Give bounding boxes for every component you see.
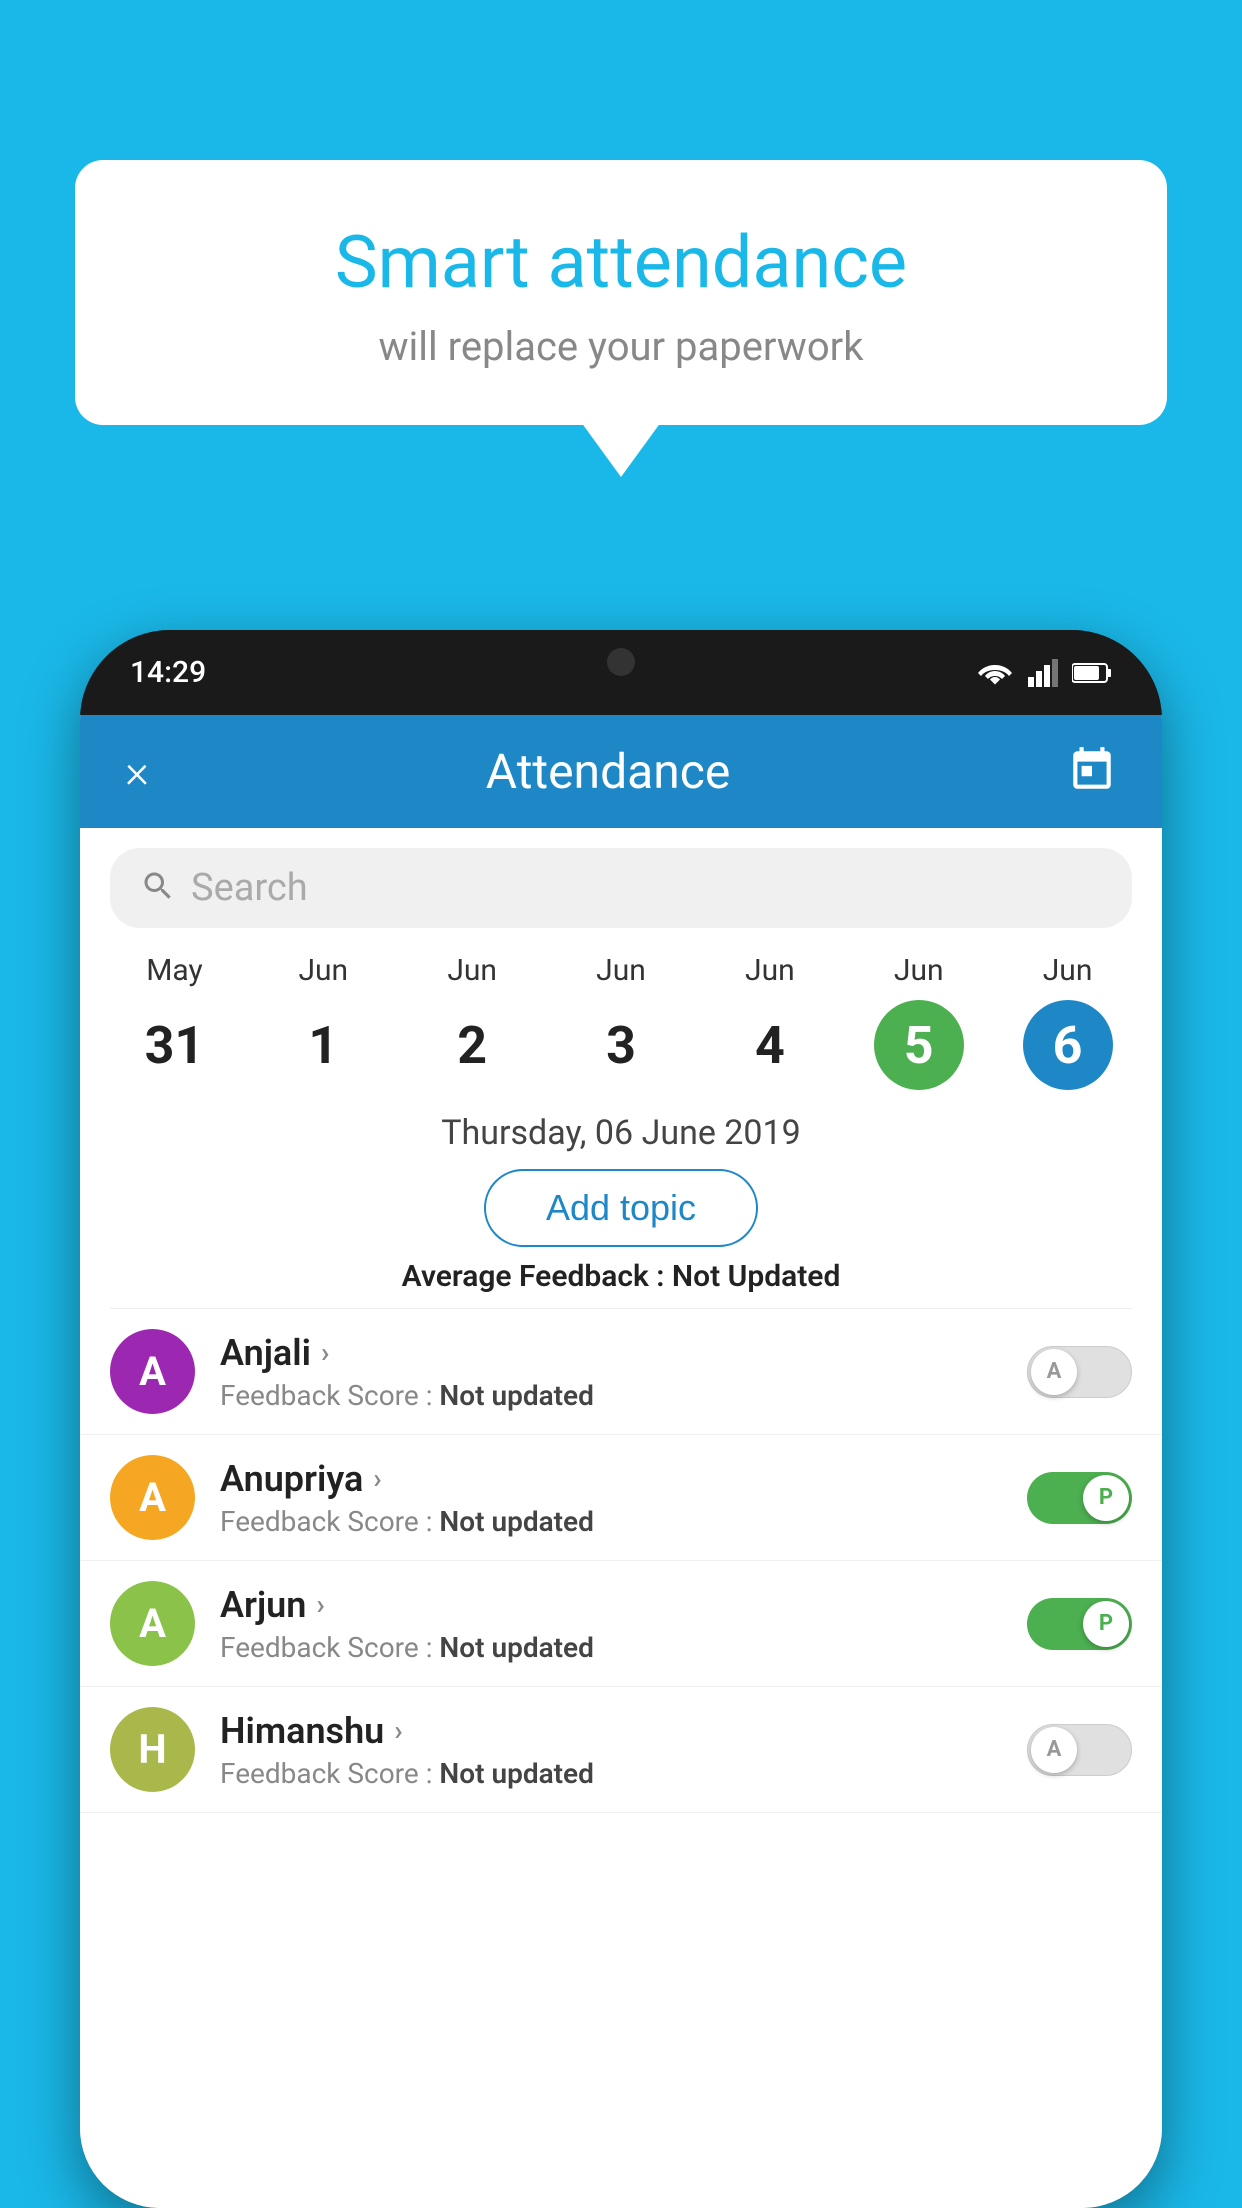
attendance-toggle[interactable]: A [1027, 1346, 1132, 1398]
app-screen: × Attendance Search May 31 Jun 1 Jun 2 Jun 3 Jun [80, 715, 1162, 2208]
student-score: Feedback Score : Not updated [220, 1631, 1002, 1664]
close-button[interactable]: × [125, 749, 149, 795]
calendar-day[interactable]: May 31 [100, 953, 249, 1090]
calendar-day-number: 1 [278, 1000, 368, 1090]
student-item[interactable]: A Arjun › Feedback Score : Not updated P [80, 1561, 1162, 1687]
student-info: Arjun › Feedback Score : Not updated [220, 1584, 1002, 1664]
attendance-toggle[interactable]: A [1027, 1724, 1132, 1776]
student-info: Anupriya › Feedback Score : Not updated [220, 1458, 1002, 1538]
search-bar: Search [80, 828, 1162, 938]
calendar-icon[interactable] [1067, 745, 1117, 799]
toggle-knob: A [1031, 1349, 1077, 1395]
search-input-wrap[interactable]: Search [110, 848, 1132, 928]
student-score: Feedback Score : Not updated [220, 1505, 1002, 1538]
status-time: 14:29 [130, 655, 206, 690]
student-avatar: A [110, 1329, 195, 1414]
student-name: Anupriya › [220, 1458, 1002, 1500]
calendar-day-number: 31 [129, 1000, 219, 1090]
calendar-day-number: 3 [576, 1000, 666, 1090]
calendar-month-label: Jun [596, 953, 646, 988]
student-name: Anjali › [220, 1332, 1002, 1374]
student-avatar: A [110, 1581, 195, 1666]
toggle-knob: P [1083, 1601, 1129, 1647]
calendar-day-number: 2 [427, 1000, 517, 1090]
calendar-day[interactable]: Jun 5 [844, 953, 993, 1090]
app-header: × Attendance [80, 715, 1162, 828]
app-title: Attendance [486, 743, 731, 800]
speech-bubble-title: Smart attendance [155, 220, 1087, 305]
wifi-icon [976, 659, 1014, 687]
attendance-toggle[interactable]: P [1027, 1472, 1132, 1524]
student-name: Himanshu › [220, 1710, 1002, 1752]
speech-bubble: Smart attendance will replace your paper… [75, 160, 1167, 425]
calendar-day[interactable]: Jun 4 [695, 953, 844, 1090]
toggle-switch[interactable]: A [1027, 1346, 1132, 1398]
add-topic-wrap: Add topic [80, 1161, 1162, 1259]
attendance-toggle[interactable]: P [1027, 1598, 1132, 1650]
chevron-icon: › [316, 1588, 324, 1621]
student-avatar: A [110, 1455, 195, 1540]
camera-notch [607, 648, 635, 676]
speech-bubble-subtitle: will replace your paperwork [155, 323, 1087, 370]
student-avatar: H [110, 1707, 195, 1792]
calendar-month-label: Jun [894, 953, 944, 988]
signal-icon [1028, 659, 1058, 687]
selected-date: Thursday, 06 June 2019 [80, 1095, 1162, 1161]
chevron-icon: › [321, 1336, 329, 1369]
toggle-switch[interactable]: A [1027, 1724, 1132, 1776]
calendar-day[interactable]: Jun 3 [547, 953, 696, 1090]
calendar-day-number: 6 [1023, 1000, 1113, 1090]
calendar-strip: May 31 Jun 1 Jun 2 Jun 3 Jun 4 Jun 5 Jun 6 [80, 938, 1162, 1095]
chevron-icon: › [394, 1714, 402, 1747]
calendar-month-label: Jun [298, 953, 348, 988]
calendar-day-number: 4 [725, 1000, 815, 1090]
calendar-day[interactable]: Jun 2 [398, 953, 547, 1090]
student-item[interactable]: A Anupriya › Feedback Score : Not updated P [80, 1435, 1162, 1561]
student-info: Anjali › Feedback Score : Not updated [220, 1332, 1002, 1412]
toggle-knob: A [1031, 1727, 1077, 1773]
student-list: AAnjali ›Feedback Score : Not updatedAAA… [80, 1309, 1162, 2208]
student-item[interactable]: A Anjali › Feedback Score : Not updated A [80, 1309, 1162, 1435]
average-feedback: Average Feedback : Not Updated [80, 1259, 1162, 1308]
toggle-switch[interactable]: P [1027, 1598, 1132, 1650]
student-name: Arjun › [220, 1584, 1002, 1626]
calendar-month-label: May [146, 953, 202, 988]
student-info: Himanshu › Feedback Score : Not updated [220, 1710, 1002, 1790]
calendar-day[interactable]: Jun 1 [249, 953, 398, 1090]
add-topic-button[interactable]: Add topic [484, 1169, 758, 1247]
student-item[interactable]: H Himanshu › Feedback Score : Not updated A [80, 1687, 1162, 1813]
toggle-knob: P [1083, 1475, 1129, 1521]
calendar-day[interactable]: Jun 6 [993, 953, 1142, 1090]
toggle-switch[interactable]: P [1027, 1472, 1132, 1524]
calendar-month-label: Jun [745, 953, 795, 988]
student-score: Feedback Score : Not updated [220, 1379, 1002, 1412]
status-icons [976, 659, 1112, 687]
search-placeholder: Search [191, 866, 308, 910]
battery-icon [1072, 662, 1112, 684]
calendar-day-number: 5 [874, 1000, 964, 1090]
chevron-icon: › [373, 1462, 381, 1495]
search-icon [140, 868, 176, 908]
calendar-month-label: Jun [447, 953, 497, 988]
phone-frame: 14:29 [80, 630, 1162, 2208]
status-bar: 14:29 [80, 630, 1162, 715]
student-score: Feedback Score : Not updated [220, 1757, 1002, 1790]
calendar-month-label: Jun [1043, 953, 1093, 988]
